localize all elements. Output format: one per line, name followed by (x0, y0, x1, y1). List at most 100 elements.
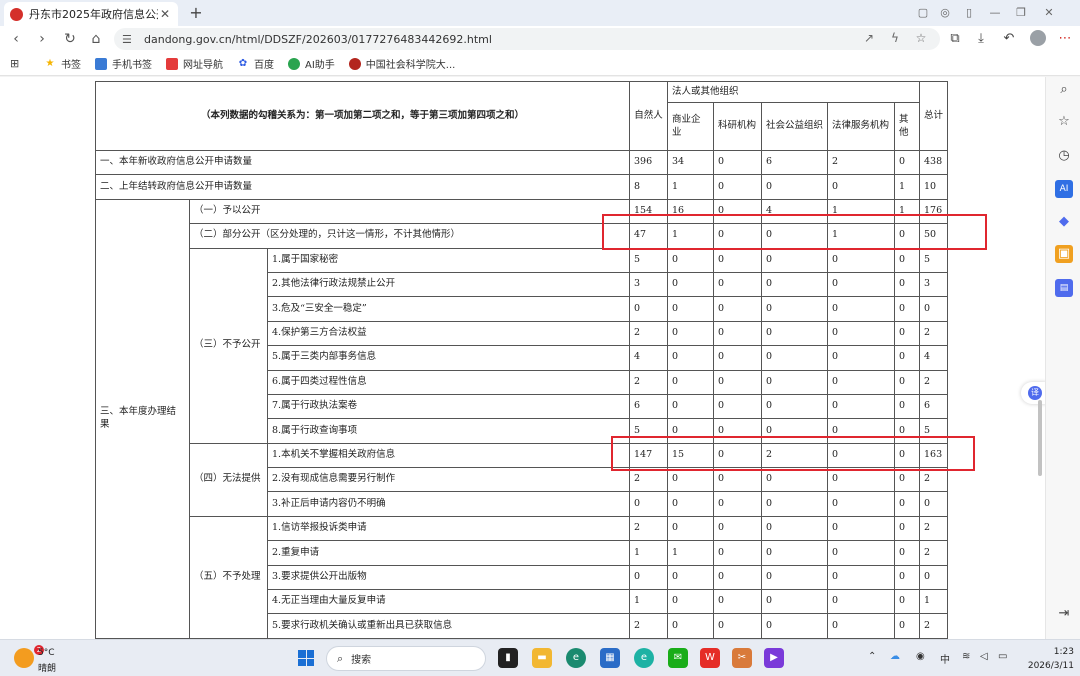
taskbar-search[interactable]: ⌕ 搜索 (326, 646, 486, 671)
notes-icon[interactable]: ▤ (1055, 279, 1073, 297)
cell: 2 (919, 515, 948, 542)
cell: 1 (919, 589, 948, 615)
bookmark-item[interactable]: 网址导航 (166, 56, 223, 71)
download-icon[interactable]: ⤓ (972, 30, 990, 48)
bookmark-item[interactable]: 手机书签 (95, 56, 152, 71)
media-icon[interactable]: ▶ (764, 648, 784, 668)
ime-indicator[interactable]: 中 (940, 651, 950, 666)
favorites-icon[interactable]: ☆ (1055, 113, 1073, 131)
volume-icon[interactable]: ◁ (980, 651, 988, 662)
bookmark-item[interactable]: 中国社会科学院大... (348, 56, 455, 71)
cell: 0 (894, 393, 920, 420)
tab-active[interactable]: 丹东市2025年政府信息公开工作 ✕ (4, 2, 178, 26)
cell: 5 (629, 247, 668, 273)
star-icon[interactable]: ☆ (912, 29, 930, 47)
table-header-row: （本列数据的勾稽关系为：第一项加第二项之和，等于第三项加第四项之和） 自然人 法… (95, 81, 948, 151)
close-tab-icon[interactable]: ✕ (158, 7, 172, 21)
cell: 0 (827, 296, 895, 322)
window-icon[interactable]: ▢ (914, 4, 932, 22)
history-icon[interactable]: ◷ (1055, 147, 1073, 165)
minimize-icon[interactable]: — (986, 4, 1004, 22)
cell: 0 (667, 345, 714, 371)
edge-icon[interactable]: e (566, 648, 586, 668)
clock[interactable]: 1:23 2026/3/11 (1018, 645, 1074, 673)
search-icon[interactable]: ⌕ (1055, 81, 1073, 99)
cell: 0 (894, 564, 920, 591)
ai-icon[interactable]: AI (1055, 180, 1073, 198)
wps-icon[interactable]: W (700, 648, 720, 668)
tray-expand-icon[interactable]: ⌃ (868, 651, 876, 662)
pin-icon[interactable]: ▯ (960, 4, 978, 22)
table-row: 一、本年新收政府信息公开申请数量 396 34 0 6 2 0 438 (95, 149, 948, 176)
gift-icon[interactable]: ▣ (1055, 245, 1073, 263)
site-info-icon[interactable]: ☰ (122, 33, 136, 46)
avatar[interactable] (1030, 30, 1046, 46)
store-icon[interactable]: ▦ (600, 648, 620, 668)
tool-icon[interactable]: ✂ (732, 648, 752, 668)
baidu-paw-icon: ✿ (238, 57, 248, 69)
row-label: 2.其他法律行政法规禁止公开 (267, 271, 630, 298)
cell: 0 (667, 564, 714, 591)
battery-icon[interactable]: ▭ (998, 651, 1007, 662)
cell: 6 (919, 393, 948, 420)
cloud-icon[interactable]: ☁ (890, 651, 900, 662)
wifi-icon[interactable]: ≋ (962, 651, 970, 662)
row-label: （一）予以公开 (189, 198, 630, 225)
cell: 0 (761, 174, 828, 200)
page-content: （本列数据的勾稽关系为：第一项加第二项之和，等于第三项加第四项之和） 自然人 法… (0, 77, 1045, 639)
scrollbar[interactable] (1038, 400, 1042, 476)
speed-icon[interactable]: ϟ (886, 29, 904, 47)
restore-icon[interactable]: ❐ (1012, 4, 1030, 22)
cell: 0 (761, 369, 828, 395)
cell: 0 (894, 345, 920, 371)
forward-icon[interactable]: › (32, 29, 52, 49)
share-icon[interactable]: ↗ (860, 29, 878, 47)
cell: 0 (713, 174, 762, 200)
new-tab-button[interactable]: + (186, 3, 206, 23)
row-label: （二）部分公开（区分处理的，只计这一情形，不计其他情形） (189, 223, 630, 249)
floating-assistant-button[interactable]: 译 (1021, 382, 1047, 404)
row-label: 1.信访举报投诉类申请 (267, 515, 630, 542)
col-legal: 法律服务机构 (827, 102, 895, 151)
file-explorer-icon[interactable]: ▬ (532, 648, 552, 668)
cell: 0 (894, 247, 920, 273)
bookmark-item[interactable]: ★ 书签 (44, 56, 81, 72)
cell: 4 (919, 345, 948, 371)
start-button[interactable] (298, 650, 314, 666)
close-window-icon[interactable]: ✕ (1040, 4, 1058, 22)
home-icon[interactable]: ⌂ (86, 29, 106, 49)
shield-icon[interactable]: ◎ (936, 4, 954, 22)
game-icon[interactable]: ◆ (1055, 213, 1073, 231)
weather-widget[interactable]: 2 5°C 晴朗 (12, 645, 92, 674)
back-icon[interactable]: ‹ (6, 29, 26, 49)
cell: 0 (761, 540, 828, 566)
cell: 0 (919, 564, 948, 591)
bookmark-item[interactable]: ✿ 百度 (237, 56, 274, 72)
reload-icon[interactable]: ↻ (60, 29, 80, 49)
cell: 0 (761, 564, 828, 591)
cell: 2 (629, 369, 668, 395)
cell: 8 (629, 174, 668, 200)
cell: 0 (827, 271, 895, 298)
apps-icon[interactable]: ⊞ (10, 57, 22, 70)
task-view-icon[interactable]: ▮ (498, 648, 518, 668)
url-field[interactable]: ☰ dandong.gov.cn/html/DDSZF/202603/01772… (114, 28, 940, 50)
browser-icon[interactable]: e (634, 648, 654, 668)
cell: 0 (894, 540, 920, 566)
undo-icon[interactable]: ↶ (1000, 30, 1018, 48)
cell: 396 (629, 149, 668, 176)
cell: 0 (894, 491, 920, 517)
collapse-sidebar-icon[interactable]: ⇥ (1055, 605, 1073, 623)
sun-icon (14, 648, 34, 668)
more-icon[interactable]: ⋯ (1056, 30, 1074, 48)
cell: 0 (827, 369, 895, 395)
cell: 1 (894, 174, 920, 200)
wechat-icon[interactable]: ✉ (668, 648, 688, 668)
cell: 0 (667, 613, 714, 639)
cell: 4 (629, 345, 668, 371)
tray-app-icon[interactable]: ◉ (916, 651, 925, 662)
bookmark-item[interactable]: AI助手 (288, 56, 335, 71)
cell: 0 (713, 467, 762, 493)
disclosure-table: （本列数据的勾稽关系为：第一项加第二项之和，等于第三项加第四项之和） 自然人 法… (95, 81, 948, 639)
extensions-icon[interactable]: ⧉ (946, 30, 964, 48)
